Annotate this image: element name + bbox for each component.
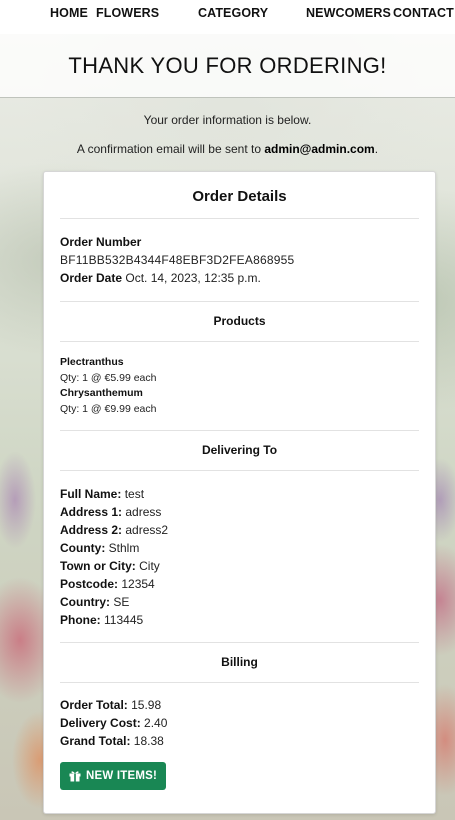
page-title: THANK YOU FOR ORDERING! — [68, 52, 387, 78]
delivering-to-heading: Delivering To — [201, 443, 278, 457]
billing-order-total: Order Total: 15.98 — [60, 698, 162, 712]
page-header: THANK YOU FOR ORDERING! — [0, 34, 455, 98]
new-items-label: NEW ITEMS! — [86, 770, 157, 782]
nav-category-link[interactable]: CATEGORY — [198, 6, 268, 20]
nav-contact-link[interactable]: CONTACT — [393, 6, 454, 20]
billing-details: Order Total: 15.98 Delivery Cost: 2.40 G… — [60, 683, 419, 762]
delivery-details: Full Name: test Address 1: adress Addres… — [60, 471, 419, 642]
confirmation-prefix: A confirmation email will be sent to — [76, 142, 265, 156]
product-name: Plectranthus — [60, 356, 124, 368]
order-date-row: Order Date Oct. 14, 2023, 12:35 p.m. — [60, 269, 419, 287]
order-info-text: Your order information is below. — [143, 113, 312, 127]
order-number-label: Order Number — [60, 235, 142, 249]
billing-grand-total: Grand Total: 18.38 — [60, 734, 164, 748]
product-quantity: Qty: 1 @ €5.99 each — [60, 372, 157, 384]
order-details-card: Order Details Order Number BF11BB532B434… — [43, 171, 436, 814]
order-date-value: Oct. 14, 2023, 12:35 p.m. — [125, 271, 261, 285]
product-quantity: Qty: 1 @ €9.99 each — [60, 403, 157, 415]
new-items-button[interactable]: NEW ITEMS! — [60, 762, 166, 790]
confirmation-suffix: . — [374, 142, 379, 156]
delivery-postcode: Postcode: 12354 — [60, 577, 155, 591]
nav-newcomers-link[interactable]: NEWCOMERS — [306, 6, 391, 20]
billing-heading: Billing — [221, 655, 258, 669]
list-item: Plectranthus Qty: 1 @ €5.99 each — [60, 355, 419, 386]
order-number-value: BF11BB532B4344F48EBF3D2FEA868955 — [60, 253, 295, 267]
order-date-label: Order Date — [60, 271, 123, 285]
confirmation-email: admin@admin.com — [264, 142, 375, 156]
order-details-title: Order Details — [192, 188, 287, 205]
order-summary: Order Number BF11BB532B4344F48EBF3D2FEA8… — [60, 219, 419, 301]
products-heading: Products — [213, 314, 266, 328]
delivery-address-2: Address 2: adress2 — [60, 523, 169, 537]
delivery-phone: Phone: 113445 — [60, 613, 144, 627]
delivery-country: Country: SE — [60, 595, 130, 609]
top-navigation: HOME FLOWERS CATEGORY NEWCOMERS CONTACT — [0, 0, 455, 34]
billing-delivery-cost: Delivery Cost: 2.40 — [60, 716, 168, 730]
delivery-county: County: Sthlm — [60, 541, 140, 555]
confirmation-email-text: A confirmation email will be sent to adm… — [0, 142, 455, 156]
gift-icon — [69, 770, 81, 782]
nav-flowers-link[interactable]: FLOWERS — [96, 6, 159, 20]
nav-home-link[interactable]: HOME — [50, 6, 88, 20]
delivery-address-1: Address 1: adress — [60, 505, 162, 519]
delivery-town: Town or City: City — [60, 559, 160, 573]
products-list: Plectranthus Qty: 1 @ €5.99 each Chrysan… — [60, 342, 419, 430]
product-name: Chrysanthemum — [60, 387, 143, 399]
list-item: Chrysanthemum Qty: 1 @ €9.99 each — [60, 386, 419, 417]
delivery-full-name: Full Name: test — [60, 487, 145, 501]
